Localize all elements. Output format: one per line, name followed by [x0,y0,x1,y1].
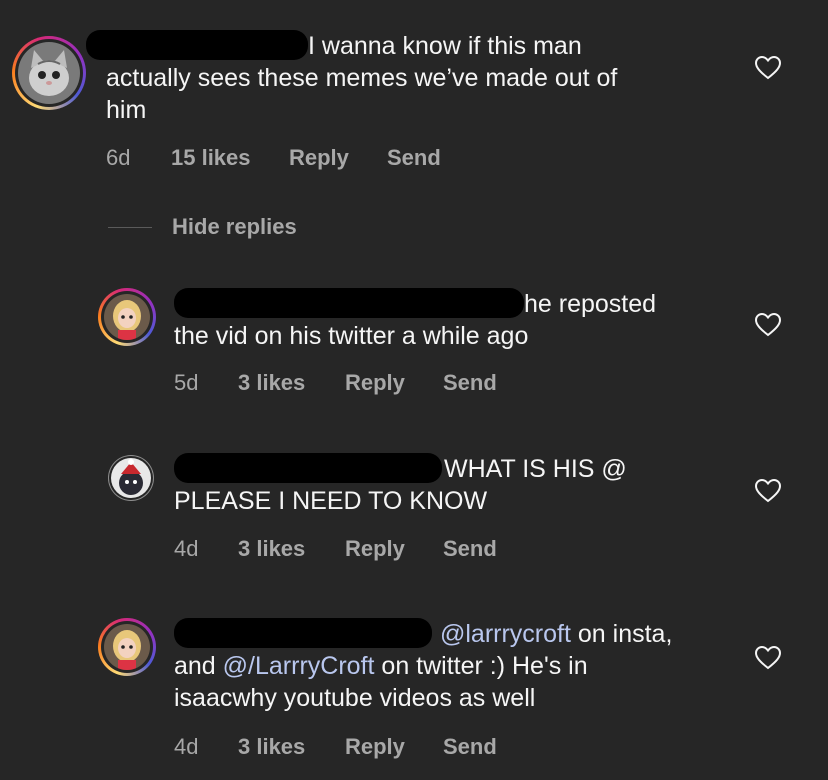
reply-button[interactable]: Reply [345,734,443,760]
redacted-username [86,30,308,60]
send-button[interactable]: Send [387,145,441,171]
avatar[interactable] [98,288,156,346]
cat-avatar-image [18,42,80,104]
send-button[interactable]: Send [443,536,497,562]
comment-meta: 4d 3 likes Reply Send [174,734,497,760]
reply-button[interactable]: Reply [289,145,387,171]
santa-cat-avatar-image [111,458,151,498]
likes-count[interactable]: 3 likes [238,734,345,760]
likes-count[interactable]: 15 likes [171,145,289,171]
comment-text: @larrrycroft on insta, and @/LarrryCroft… [174,618,673,712]
hide-replies-toggle[interactable]: Hide replies [108,214,297,240]
comment-text: he reposted the vid on his twitter a whi… [174,288,657,350]
comment-time: 4d [174,536,199,561]
mention-link[interactable]: @/LarrryCroft [223,652,375,680]
hide-replies-label: Hide replies [172,214,297,239]
redacted-username [174,288,524,318]
comment-time: 4d [174,734,199,759]
comment-2: he reposted the vid on his twitter a whi… [0,260,828,400]
heart-icon[interactable] [755,56,781,80]
comment-meta: 4d 3 likes Reply Send [174,536,497,562]
comment-3: WHAT IS HIS @ PLEASE I NEED TO KNOW 4d 3… [0,425,828,575]
comment-4: @larrrycroft on insta, and @/LarrryCroft… [0,590,828,780]
reply-button[interactable]: Reply [345,536,443,562]
comment-time: 6d [106,145,131,170]
mention-link[interactable]: @larrrycroft [440,620,571,648]
comment-text: I wanna know if this man actually sees t… [86,30,617,126]
likes-count[interactable]: 3 likes [238,536,345,562]
send-button[interactable]: Send [443,370,497,396]
comment-meta: 6d 15 likes Reply Send [106,145,441,171]
likes-count[interactable]: 3 likes [238,370,345,396]
heart-icon[interactable] [755,313,781,337]
blonde-avatar-image [104,294,150,340]
blonde-avatar-image [104,624,150,670]
redacted-username [174,618,432,648]
avatar[interactable] [98,618,156,676]
redacted-username [174,453,442,483]
avatar[interactable] [12,36,86,110]
send-button[interactable]: Send [443,734,497,760]
divider-line [108,226,152,228]
comment-time: 5d [174,370,199,395]
comment-1: I wanna know if this man actually sees t… [0,0,828,200]
heart-icon[interactable] [755,646,781,670]
comment-text: WHAT IS HIS @ PLEASE I NEED TO KNOW [174,453,627,515]
comment-meta: 5d 3 likes Reply Send [174,370,497,396]
avatar[interactable] [108,455,154,501]
heart-icon[interactable] [755,479,781,503]
reply-button[interactable]: Reply [345,370,443,396]
